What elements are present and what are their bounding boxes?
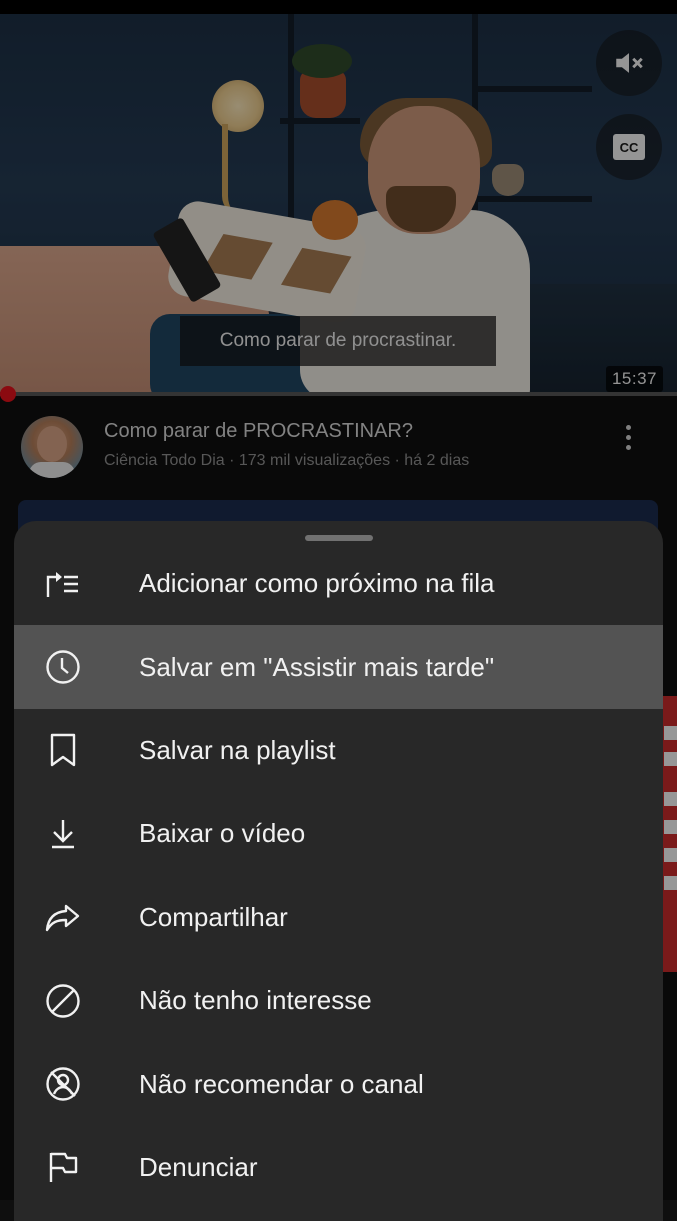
menu-item-label: Não tenho interesse [139,985,372,1016]
action-menu: Adicionar como próximo na fila Salvar em… [14,542,663,1209]
menu-item-label: Adicionar como próximo na fila [139,568,495,599]
menu-item-dont-recommend-channel[interactable]: Não recomendar o canal [14,1042,663,1125]
menu-item-label: Baixar o vídeo [139,818,306,849]
menu-item-watch-later[interactable]: Salvar em "Assistir mais tarde" [14,625,663,709]
menu-item-download[interactable]: Baixar o vídeo [14,792,663,875]
menu-item-label: Denunciar [139,1151,258,1182]
menu-item-label: Compartilhar [139,901,288,932]
block-channel-icon [44,1065,82,1103]
menu-item-label: Salvar na playlist [139,734,336,765]
not-interested-icon [44,982,82,1020]
menu-item-play-next[interactable]: Adicionar como próximo na fila [14,542,663,625]
action-bottom-sheet: Adicionar como próximo na fila Salvar em… [14,521,663,1221]
sheet-drag-handle[interactable] [305,535,373,541]
clock-icon [44,648,82,686]
menu-item-report[interactable]: Denunciar [14,1126,663,1209]
menu-item-share[interactable]: Compartilhar [14,876,663,959]
download-icon [44,815,82,853]
menu-item-not-interested[interactable]: Não tenho interesse [14,959,663,1042]
menu-item-save-playlist[interactable]: Salvar na playlist [14,709,663,792]
share-icon [44,898,82,936]
menu-item-label: Não recomendar o canal [139,1068,424,1099]
play-next-queue-icon [44,565,82,603]
flag-icon [44,1148,82,1186]
menu-item-label: Salvar em "Assistir mais tarde" [139,651,495,682]
bookmark-icon [44,731,82,769]
